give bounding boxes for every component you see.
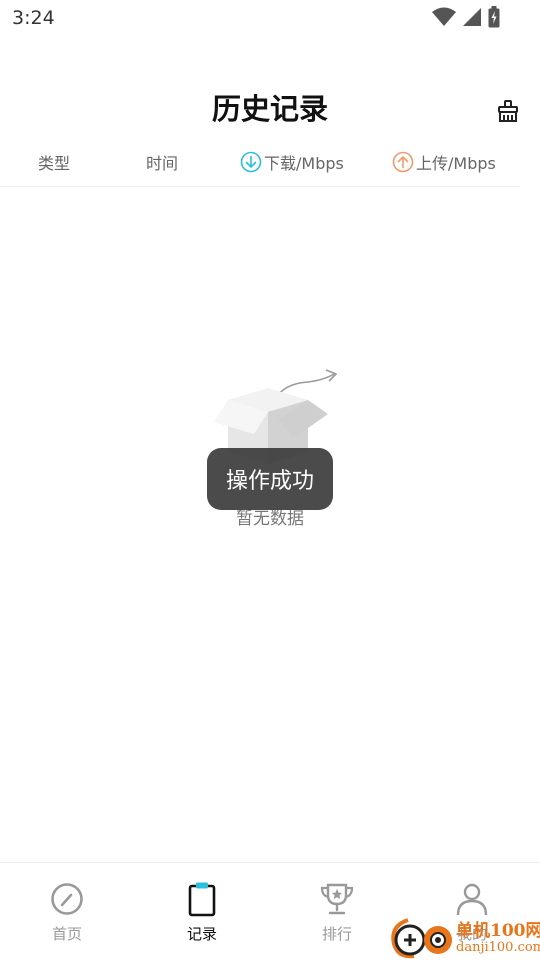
broom-icon [498, 100, 518, 122]
toast-text: 操作成功 [225, 469, 314, 494]
speedometer-icon [51, 883, 83, 915]
status-time: 3:24 [12, 7, 55, 29]
column-type[interactable]: 类型 [38, 150, 70, 174]
column-time[interactable]: 时间 [146, 150, 178, 174]
nav-label-home: 首页 [51, 925, 82, 943]
column-time-label: 时间 [146, 154, 179, 173]
page-title: 历史记录 [211, 92, 328, 126]
column-upload[interactable]: 上传/Mbps [392, 150, 496, 174]
download-arrow-icon [240, 151, 262, 173]
watermark-logo: 单机100网 danji100.com [388, 916, 540, 960]
toast-message: 操作成功 [207, 448, 333, 510]
status-bar: 3:24 [0, 0, 540, 38]
upload-arrow-icon [392, 151, 414, 173]
column-download-label: 下载/Mbps [264, 154, 344, 173]
trophy-icon [320, 883, 354, 915]
nav-item-ranking[interactable]: 排行 [297, 881, 377, 944]
watermark-url: danji100.com [456, 940, 540, 955]
nav-item-records[interactable]: 记录 [162, 881, 242, 944]
history-table-header: 类型 时间 下载/Mbps 上传/Mbps [0, 140, 520, 187]
watermark-logo-icon [391, 918, 452, 959]
column-type-label: 类型 [38, 154, 71, 173]
column-download[interactable]: 下载/Mbps [240, 150, 344, 174]
clipboard-icon [188, 882, 216, 917]
nav-label-records: 记录 [186, 925, 217, 943]
wifi-icon [432, 7, 456, 26]
status-icons [432, 6, 500, 28]
clear-history-button[interactable] [496, 99, 522, 125]
signal-icon [463, 8, 481, 26]
column-upload-label: 上传/Mbps [416, 154, 496, 173]
battery-icon [488, 6, 500, 28]
nav-label-ranking: 排行 [321, 925, 352, 943]
nav-item-home[interactable]: 首页 [27, 881, 107, 944]
person-icon [456, 883, 488, 916]
watermark-name: 单机100网 [456, 921, 540, 941]
